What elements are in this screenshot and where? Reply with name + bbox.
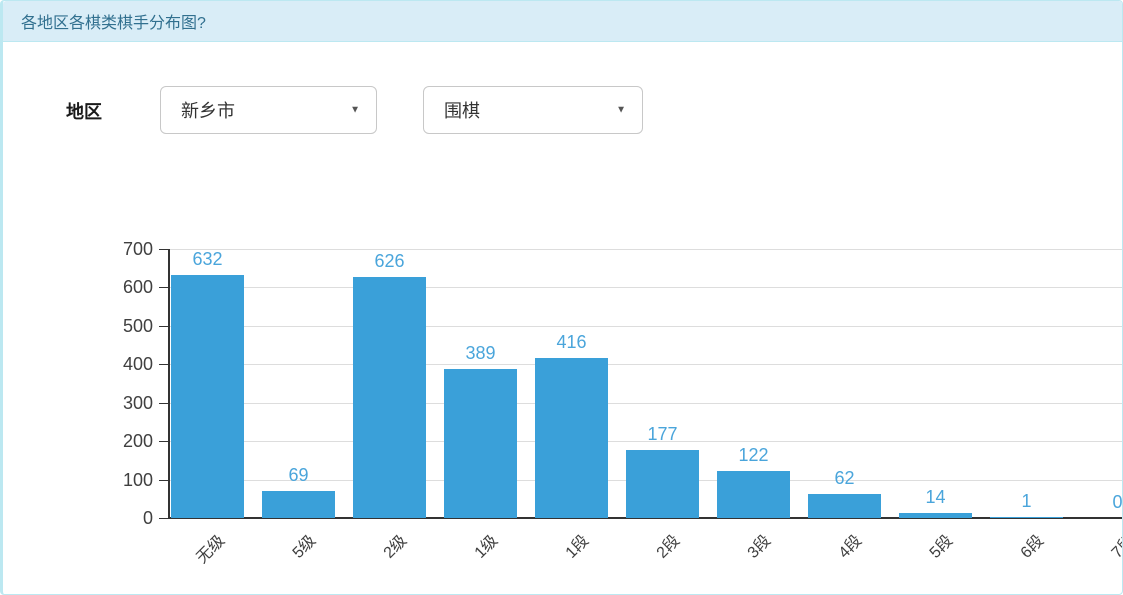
y-axis-label: 500 — [89, 316, 153, 337]
bar-value-label: 0 — [1081, 492, 1123, 512]
y-axis-tick — [159, 364, 168, 365]
gridline — [170, 326, 1123, 327]
y-axis-label: 400 — [89, 354, 153, 375]
y-axis-tick — [159, 249, 168, 250]
bar[interactable] — [262, 491, 335, 518]
bar-value-label: 416 — [535, 332, 608, 352]
chevron-down-icon: ▼ — [350, 105, 360, 116]
y-axis-tick — [159, 441, 168, 442]
bar[interactable] — [899, 513, 972, 518]
x-axis-label: 2段 — [649, 528, 684, 563]
x-axis-label: 无级 — [189, 528, 229, 568]
bar[interactable] — [808, 494, 881, 518]
x-axis-label: 5级 — [285, 528, 320, 563]
bar-value-label: 14 — [899, 487, 972, 507]
bar-value-label: 122 — [717, 445, 790, 465]
y-axis-label: 600 — [89, 277, 153, 298]
bar[interactable] — [444, 369, 517, 518]
y-axis-tick — [159, 326, 168, 327]
game-select-value: 围棋 — [424, 97, 480, 123]
x-axis-label: 1级 — [467, 528, 502, 563]
page-title: 各地区各棋类棋手分布图? — [21, 9, 206, 33]
y-axis-label: 0 — [89, 508, 153, 529]
gridline — [170, 364, 1123, 365]
x-axis-label: 1段 — [558, 528, 593, 563]
bar[interactable] — [990, 517, 1063, 519]
bar-value-label: 632 — [171, 249, 244, 269]
region-select[interactable]: 新乡市 ▼ — [160, 86, 377, 134]
chevron-down-icon: ▼ — [616, 105, 626, 116]
bar-value-label: 62 — [808, 468, 881, 488]
y-axis-tick — [159, 518, 168, 519]
filters-row: 地区 新乡市 ▼ 围棋 ▼ — [3, 42, 1122, 142]
y-axis-label: 100 — [89, 470, 153, 491]
y-axis-tick — [159, 403, 168, 404]
bar[interactable] — [535, 358, 608, 518]
x-axis-label: 2级 — [376, 528, 411, 563]
y-axis-label: 300 — [89, 393, 153, 414]
y-axis-label: 200 — [89, 431, 153, 452]
bar-value-label: 626 — [353, 251, 426, 271]
bar-value-label: 389 — [444, 343, 517, 363]
panel-header: 各地区各棋类棋手分布图? — [3, 1, 1122, 42]
x-axis-label: 6段 — [1013, 528, 1048, 563]
panel: 各地区各棋类棋手分布图? 地区 新乡市 ▼ 围棋 ▼ 0 100 200 300 400… — [0, 0, 1123, 595]
game-type-select[interactable]: 围棋 ▼ — [423, 86, 643, 134]
region-label: 地区 — [66, 98, 102, 124]
y-axis-tick — [159, 287, 168, 288]
y-axis-label: 700 — [89, 241, 153, 260]
x-axis-label: 3段 — [740, 528, 775, 563]
bar-value-label: 1 — [990, 491, 1063, 511]
bar-value-label: 177 — [626, 424, 699, 444]
region-select-value: 新乡市 — [161, 97, 235, 123]
bar[interactable] — [353, 277, 426, 518]
gridline — [170, 249, 1123, 250]
plot-area: 0100200300400500600700632无级695级6262级3891… — [168, 249, 1123, 518]
x-axis-label: 7段 — [1104, 528, 1123, 563]
y-axis-tick — [159, 480, 168, 481]
bar[interactable] — [717, 471, 790, 518]
bar-value-label: 69 — [262, 465, 335, 485]
bar-chart: 0 100 200 300 400 500 600 700 632 无级 69 5级 626 2级 389 1… — [3, 241, 1123, 586]
x-axis-label: 5段 — [922, 528, 957, 563]
x-axis-label: 4段 — [831, 528, 866, 563]
gridline — [170, 287, 1123, 288]
gridline — [170, 403, 1123, 404]
bar[interactable] — [171, 275, 244, 518]
bar[interactable] — [626, 450, 699, 518]
